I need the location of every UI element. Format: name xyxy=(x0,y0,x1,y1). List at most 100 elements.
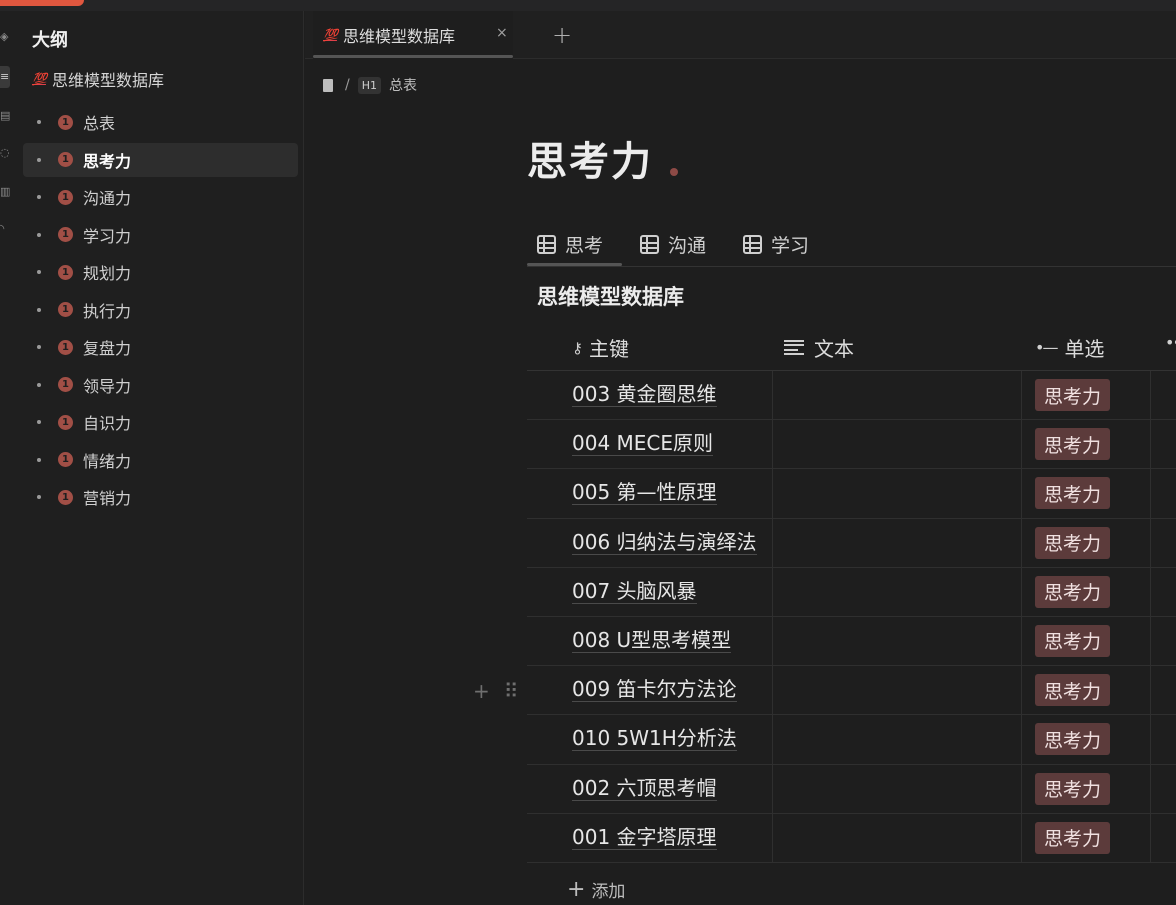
add-row-button[interactable]: + 添加 xyxy=(567,877,625,902)
select-tag[interactable]: 思考力 xyxy=(1035,379,1111,411)
view-tab-thinking[interactable]: 思考 xyxy=(537,231,603,258)
cell-key[interactable]: 007 头脑风暴 xyxy=(572,579,697,604)
bullet-icon xyxy=(37,382,41,387)
heading-level-icon: 1 xyxy=(58,114,73,130)
outline-root[interactable]: 💯 思维模型数据库 xyxy=(32,67,164,91)
outline-item[interactable]: 1 沟通力 xyxy=(23,180,298,214)
outline-item[interactable]: 1 学习力 xyxy=(23,218,298,252)
select-tag[interactable]: 思考力 xyxy=(1035,624,1111,657)
add-row-icon[interactable]: + xyxy=(473,679,490,703)
table-row[interactable]: 009 笛卡尔方法论 思考力 xyxy=(527,666,1176,716)
document-icon[interactable] xyxy=(323,78,333,92)
outline-item-label: 沟通力 xyxy=(83,189,132,208)
column-divider xyxy=(1150,616,1151,666)
page-title[interactable]: 思考力 xyxy=(527,129,653,187)
database-view-tabs: 思考 沟通 学习 xyxy=(527,221,1176,267)
cell-key[interactable]: 010 5W1H分析法 xyxy=(572,726,737,752)
table-row[interactable]: 005 第—性原理 思考力 xyxy=(527,469,1176,519)
outline-item[interactable]: 1 情绪力 xyxy=(23,443,298,477)
cell-text[interactable] xyxy=(772,469,1022,518)
tab-database[interactable]: 💯 思维模型数据库 × xyxy=(313,11,513,59)
cell-text[interactable] xyxy=(772,616,1022,666)
outline-item[interactable]: 1 领导力 xyxy=(23,368,298,402)
outline-dock-icon[interactable]: ≡ xyxy=(0,66,10,88)
select-tag[interactable]: 思考力 xyxy=(1035,723,1111,756)
drag-handle-icon[interactable]: ⠿ xyxy=(504,679,519,703)
heading-level-icon: 1 xyxy=(58,377,73,392)
main-panel: 💯 思维模型数据库 × + / H1 总表 思考力 思考 沟通 学习 思维模型数… xyxy=(305,11,1176,905)
heading-level-icon: 1 xyxy=(58,302,73,317)
cell-text[interactable] xyxy=(772,813,1022,862)
files-dock-icon[interactable]: ▤ xyxy=(0,110,10,122)
breadcrumb-heading[interactable]: 总表 xyxy=(389,75,417,95)
table-row[interactable]: 003 黄金圈思维 思考力 xyxy=(527,371,1176,421)
outline-item[interactable]: 1 思考力 xyxy=(23,142,298,177)
table-row[interactable]: 006 归纳法与演绎法 思考力 xyxy=(527,518,1176,568)
view-tab-learning[interactable]: 学习 xyxy=(743,231,809,258)
cell-text[interactable] xyxy=(772,715,1022,764)
outline-item[interactable]: 1 复盘力 xyxy=(23,330,298,364)
heading-level-icon: 1 xyxy=(58,264,73,280)
outline-item[interactable]: 1 自识力 xyxy=(23,405,298,439)
column-header-select[interactable]: •— 单选 xyxy=(1035,333,1104,362)
table-row[interactable]: 007 头脑风暴 思考力 xyxy=(527,567,1176,617)
table-row[interactable]: 001 金字塔原理 思考力 xyxy=(527,813,1176,863)
outline-item[interactable]: 1 总表 xyxy=(23,105,298,139)
cell-text[interactable] xyxy=(772,567,1022,616)
heading-level-icon: 1 xyxy=(58,452,73,467)
cell-key[interactable]: 009 笛卡尔方法论 xyxy=(572,677,737,703)
dock: ◈ ≡ ▤ ◌ ▥ ◝ xyxy=(0,11,14,905)
column-header-key[interactable]: ⚷ 主键 xyxy=(572,333,629,362)
select-tag[interactable]: 思考力 xyxy=(1035,477,1111,510)
text-lines-icon xyxy=(784,339,804,356)
column-header-text[interactable]: 文本 xyxy=(784,333,854,362)
outline-item[interactable]: 1 执行力 xyxy=(23,293,298,327)
table-row[interactable]: 004 MECE原则 思考力 xyxy=(527,420,1176,470)
cell-key[interactable]: 006 归纳法与演绎法 xyxy=(572,530,757,555)
bookmark-dock-icon[interactable]: ▥ xyxy=(0,186,10,198)
select-tag[interactable]: 思考力 xyxy=(1035,428,1111,461)
bullet-icon xyxy=(37,420,41,424)
add-row-label: 添加 xyxy=(591,882,626,902)
cell-key[interactable]: 002 六顶思考帽 xyxy=(572,776,717,801)
outline-item-label: 思考力 xyxy=(83,151,132,171)
table-row[interactable]: 002 六顶思考帽 思考力 xyxy=(527,764,1176,814)
select-tag[interactable]: 思考力 xyxy=(1035,821,1111,854)
bullet-icon xyxy=(37,457,41,462)
cell-text[interactable] xyxy=(772,518,1022,567)
outline-item-label: 执行力 xyxy=(83,301,132,321)
bullet-icon xyxy=(37,495,41,499)
cell-key[interactable]: 005 第—性原理 xyxy=(572,480,717,506)
outline-item[interactable]: 1 规划力 xyxy=(23,255,298,289)
key-icon: ⚷ xyxy=(572,338,583,357)
cell-text[interactable] xyxy=(772,371,1022,420)
add-tab-button[interactable]: + xyxy=(552,21,572,49)
tab-label: 思维模型数据库 xyxy=(342,27,455,46)
table-icon xyxy=(743,235,762,254)
outline-item[interactable]: 1 营销力 xyxy=(23,480,298,514)
select-tag[interactable]: 思考力 xyxy=(1035,575,1111,608)
cell-text[interactable] xyxy=(772,666,1022,715)
database-title[interactable]: 思维模型数据库 xyxy=(537,281,684,311)
cell-key[interactable]: 004 MECE原则 xyxy=(572,431,714,457)
select-tag[interactable]: 思考力 xyxy=(1035,526,1111,559)
table-icon xyxy=(537,235,556,254)
cell-key[interactable]: 008 U型思考模型 xyxy=(572,628,732,653)
select-tag[interactable]: 思考力 xyxy=(1035,674,1111,707)
search-dock-icon[interactable]: ◌ xyxy=(0,147,10,159)
table-row[interactable]: 010 5W1H分析法 思考力 xyxy=(527,715,1176,765)
settings-icon[interactable]: ◈ xyxy=(0,31,8,43)
cell-key[interactable]: 003 黄金圈思维 xyxy=(572,382,717,407)
view-tab-communication[interactable]: 沟通 xyxy=(640,231,706,258)
cell-text[interactable] xyxy=(772,764,1022,813)
table-row[interactable]: 008 U型思考模型 思考力 xyxy=(527,616,1176,667)
more-columns-icon[interactable]: •• xyxy=(1165,333,1176,352)
bullet-icon xyxy=(37,195,41,199)
backlink-dock-icon[interactable]: ◝ xyxy=(0,223,8,235)
cell-key[interactable]: 001 金字塔原理 xyxy=(572,825,717,850)
outline-item-label: 规划力 xyxy=(83,264,132,283)
active-tab-indicator xyxy=(313,55,513,58)
cell-text[interactable] xyxy=(772,420,1022,469)
close-icon[interactable]: × xyxy=(496,25,508,41)
select-tag[interactable]: 思考力 xyxy=(1035,772,1111,805)
